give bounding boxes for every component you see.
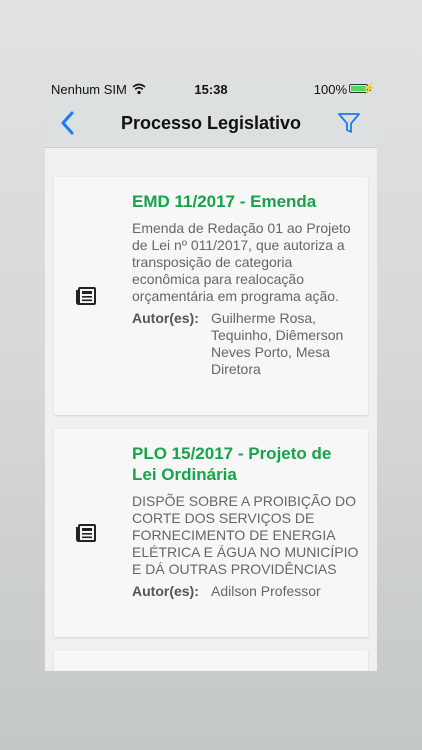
authors-label: Autor(es):: [132, 310, 199, 326]
authors-label: Autor(es):: [132, 583, 199, 599]
list-item[interactable]: [54, 651, 368, 671]
battery-percent: 100%: [313, 82, 347, 97]
navigation-bar: Processo Legislativo: [45, 99, 377, 148]
newspaper-icon: [76, 287, 96, 305]
phone-screen: Nenhum SIM 15:38 100% ⚡ Processo Legisla…: [45, 79, 377, 671]
charging-icon: ⚡: [362, 83, 376, 95]
filter-icon: [338, 113, 360, 133]
authors-value: Guilherme Rosa, Tequinho, Diêmerson Neve…: [211, 310, 344, 377]
item-authors: Autor(es): Adilson Professor: [132, 583, 360, 600]
page-title: Processo Legislativo: [120, 113, 302, 133]
filter-button[interactable]: [337, 111, 361, 135]
list-item[interactable]: PLO 15/2017 - Projeto de Lei Ordinária D…: [54, 429, 368, 637]
item-title: EMD 11/2017 - Emenda: [132, 192, 317, 211]
item-description: DISPÕE SOBRE A PROIBIÇÃO DO CORTE DOS SE…: [132, 493, 359, 577]
authors-value: Adilson Professor: [211, 583, 321, 599]
item-description: Emenda de Redação 01 ao Projeto de Lei n…: [132, 220, 351, 304]
status-bar: Nenhum SIM 15:38 100% ⚡: [45, 79, 377, 99]
newspaper-icon: [76, 524, 96, 542]
item-authors: Autor(es): Guilherme Rosa, Tequinho, Diê…: [132, 310, 360, 378]
list-item[interactable]: EMD 11/2017 - Emenda Emenda de Redação 0…: [54, 177, 368, 415]
item-title: PLO 15/2017 - Projeto de Lei Ordinária: [132, 444, 332, 484]
